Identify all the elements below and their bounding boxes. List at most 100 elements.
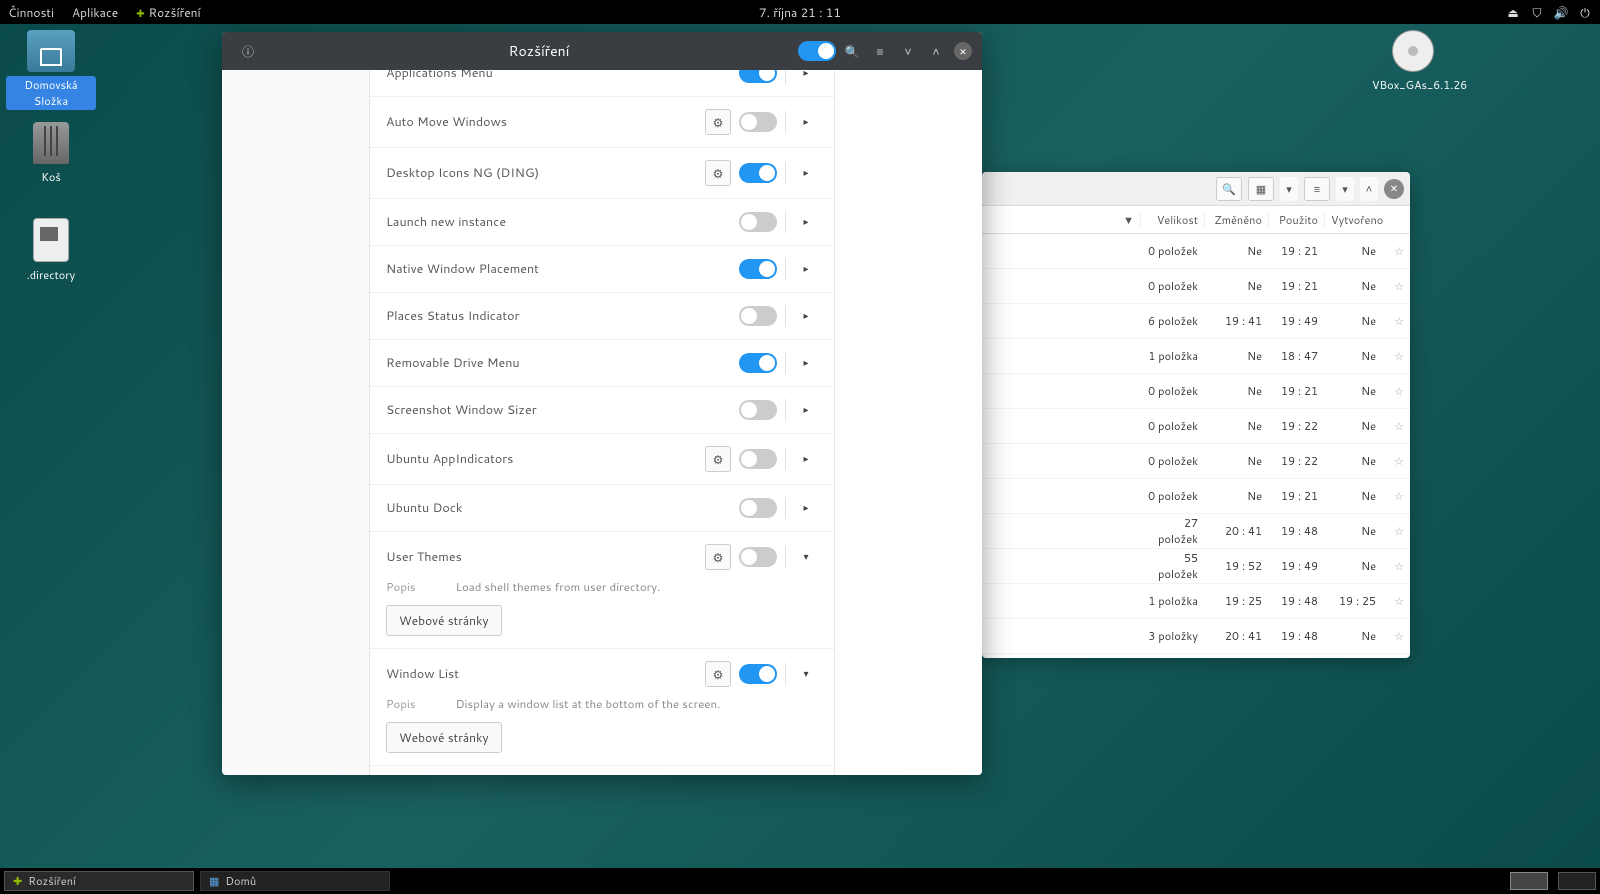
taskbar-item-extensions[interactable]: ✚ Rozšíření xyxy=(4,871,194,891)
table-row[interactable]: 1 položka 19 : 25 19 : 48 19 : 25 xyxy=(982,584,1410,619)
table-row[interactable]: 6 položek 19 : 41 19 : 49 Ne xyxy=(982,304,1410,339)
extension-name: Removable Drive Menu xyxy=(386,354,731,372)
table-row[interactable]: 0 položek Ne 19 : 21 Ne xyxy=(982,269,1410,304)
expand-button[interactable]: ▸ xyxy=(794,70,818,80)
website-button[interactable]: Webové stránky xyxy=(386,605,502,636)
extension-toggle[interactable] xyxy=(739,353,777,373)
settings-button[interactable]: ⚙ xyxy=(705,661,731,687)
taskbar-item-home[interactable]: ▦ Domů xyxy=(200,871,390,891)
extension-toggle[interactable] xyxy=(739,664,777,684)
workspace-1[interactable] xyxy=(1510,872,1548,890)
expand-button[interactable]: ▸ xyxy=(794,356,818,370)
view-grid-button[interactable]: ▦ xyxy=(1248,177,1274,201)
close-button[interactable]: ✕ xyxy=(1384,179,1404,199)
table-row[interactable]: 1 položka Ne 18 : 47 Ne xyxy=(982,339,1410,374)
extension-toggle[interactable] xyxy=(739,163,777,183)
workspace-2[interactable] xyxy=(1558,872,1596,890)
expand-button[interactable]: ▸ xyxy=(794,403,818,417)
desc-label: Popis xyxy=(386,578,416,595)
expand-button[interactable]: ▸ xyxy=(794,309,818,323)
star-icon[interactable] xyxy=(1382,558,1410,574)
expand-button[interactable]: ▸ xyxy=(794,166,818,180)
star-icon[interactable] xyxy=(1382,628,1410,644)
table-row[interactable]: 0 položek Ne 19 : 21 Ne xyxy=(982,479,1410,514)
close-icon[interactable]: ✕ xyxy=(954,42,972,60)
extension-toggle[interactable] xyxy=(739,547,777,567)
desc-label: Popis xyxy=(386,695,416,712)
shield-icon[interactable]: ⛉ xyxy=(1530,5,1544,19)
extension-toggle[interactable] xyxy=(739,449,777,469)
applications-button[interactable]: Aplikace xyxy=(72,4,118,21)
volume-icon[interactable]: 🔊 xyxy=(1554,5,1568,19)
extension-toggle[interactable] xyxy=(739,400,777,420)
activities-button[interactable]: Činnosti xyxy=(8,4,54,21)
desktop-icon-trash[interactable]: Koš xyxy=(6,122,96,186)
star-icon[interactable] xyxy=(1382,523,1410,539)
search-icon[interactable]: 🔍 xyxy=(840,39,864,63)
extension-name: Auto Move Windows xyxy=(386,113,697,131)
extension-name: Launch new instance xyxy=(386,213,731,231)
extension-toggle[interactable] xyxy=(739,259,777,279)
up-icon[interactable]: ˄ xyxy=(924,39,948,63)
star-icon[interactable] xyxy=(1382,383,1410,399)
star-icon[interactable] xyxy=(1382,453,1410,469)
table-row[interactable]: 27 položek 20 : 41 19 : 48 Ne xyxy=(982,514,1410,549)
star-icon[interactable] xyxy=(1382,488,1410,504)
star-icon[interactable] xyxy=(1382,348,1410,364)
view-list-button[interactable]: ≡ xyxy=(1304,177,1330,201)
table-row[interactable]: 55 položek 19 : 52 19 : 49 Ne xyxy=(982,549,1410,584)
column-name[interactable]: ▼ xyxy=(982,212,1140,228)
info-button[interactable]: ⓘ xyxy=(236,39,260,63)
file-manager-window: 🔍 ▦ ▾ ≡ ▾ ˄ ✕ ▼ Velikost Změněno Použito… xyxy=(982,172,1410,658)
settings-button[interactable]: ⚙ xyxy=(705,160,731,186)
expand-button[interactable]: ▸ xyxy=(794,501,818,515)
desktop-icon-vbox[interactable]: VBox_GAs_6.1.26 xyxy=(1368,30,1458,94)
minimize-button[interactable]: ˄ xyxy=(1360,177,1378,201)
expand-button[interactable]: ▸ xyxy=(794,115,818,129)
file-rows[interactable]: 0 položek Ne 19 : 21 Ne 0 položek Ne 19 … xyxy=(982,234,1410,658)
expand-button[interactable]: ▸ xyxy=(794,452,818,466)
table-row[interactable]: 0 položek Ne 19 : 21 Ne xyxy=(982,374,1410,409)
column-changed[interactable]: Změněno xyxy=(1204,212,1268,228)
extension-toggle[interactable] xyxy=(739,212,777,232)
star-icon[interactable] xyxy=(1382,278,1410,294)
table-row[interactable]: 3 položky 20 : 41 19 : 48 Ne xyxy=(982,619,1410,654)
expand-button[interactable]: ▸ xyxy=(794,215,818,229)
extension-toggle[interactable] xyxy=(739,112,777,132)
puzzle-icon xyxy=(136,4,148,21)
star-icon[interactable] xyxy=(1382,593,1410,609)
table-row[interactable]: 0 položek Ne 19 : 22 Ne xyxy=(982,444,1410,479)
column-size[interactable]: Velikost xyxy=(1140,212,1204,228)
menu-icon[interactable]: ≡ xyxy=(868,39,892,63)
search-button[interactable]: 🔍 xyxy=(1216,177,1242,201)
extension-toggle[interactable] xyxy=(739,498,777,518)
star-icon[interactable] xyxy=(1382,313,1410,329)
power-icon[interactable]: ⏻ xyxy=(1578,5,1592,19)
view-dropdown-2[interactable]: ▾ xyxy=(1336,177,1354,201)
settings-button[interactable]: ⚙ xyxy=(705,109,731,135)
master-toggle[interactable] xyxy=(798,41,836,61)
extension-toggle[interactable] xyxy=(739,70,777,83)
table-row[interactable]: 0 položek Ne 19 : 21 Ne xyxy=(982,234,1410,269)
star-icon[interactable] xyxy=(1382,243,1410,259)
table-row[interactable]: 0 položek Ne 19 : 22 Ne xyxy=(982,409,1410,444)
star-icon[interactable] xyxy=(1382,418,1410,434)
clock[interactable]: 7. října 21 : 11 xyxy=(759,4,841,21)
desktop-icon-directory[interactable]: .directory xyxy=(6,218,96,284)
eject-icon[interactable]: ⏏ xyxy=(1506,5,1520,19)
column-created[interactable]: Vytvořeno xyxy=(1324,212,1382,228)
current-app-indicator[interactable]: Rozšíření xyxy=(136,4,200,21)
website-button[interactable]: Webové stránky xyxy=(386,722,502,753)
extension-toggle[interactable] xyxy=(739,306,777,326)
down-icon[interactable]: ˅ xyxy=(896,39,920,63)
expand-button[interactable]: ▾ xyxy=(794,667,818,681)
view-dropdown[interactable]: ▾ xyxy=(1280,177,1298,201)
desktop-icon-home[interactable]: Domovská Složka xyxy=(6,30,96,110)
extensions-list[interactable]: Applications Menu ▸ Auto Move Windows ⚙ … xyxy=(370,70,834,775)
column-used[interactable]: Použito xyxy=(1268,212,1324,228)
settings-button[interactable]: ⚙ xyxy=(705,446,731,472)
settings-button[interactable]: ⚙ xyxy=(705,544,731,570)
expand-button[interactable]: ▸ xyxy=(794,262,818,276)
extension-name: User Themes xyxy=(386,548,697,566)
expand-button[interactable]: ▾ xyxy=(794,550,818,564)
